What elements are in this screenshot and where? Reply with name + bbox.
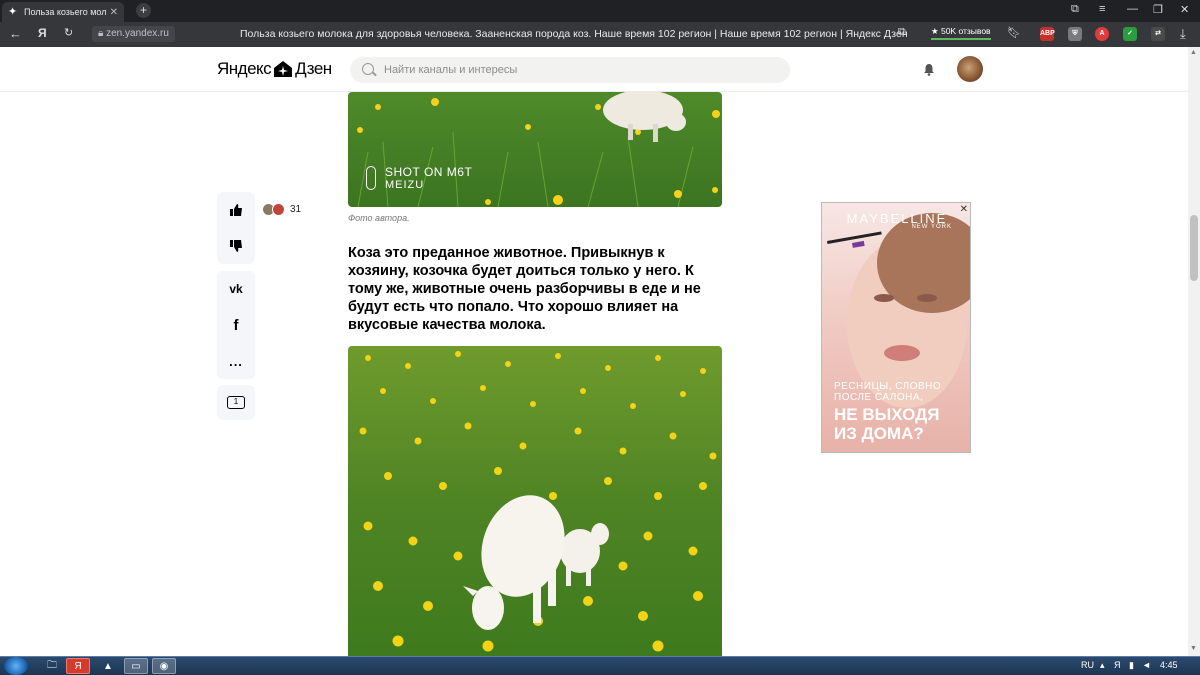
window-taskbar-icon[interactable]: ▭ — [124, 658, 148, 674]
lock-icon: 🔒︎ — [98, 28, 107, 39]
antivirus-icon[interactable]: A — [1095, 27, 1109, 41]
network-icon[interactable]: ▮ — [1129, 660, 1134, 671]
language-indicator[interactable]: RU — [1081, 660, 1094, 670]
tab-title: Польза козьего молока — [24, 7, 106, 17]
browser-tab-strip: ✦ Польза козьего молока ✕ + ⧉ ≡ — ❐ ✕ — [0, 0, 1200, 22]
explorer-icon[interactable]: 🗀︎ — [40, 658, 64, 674]
close-window-icon[interactable]: ✕ — [1180, 3, 1189, 16]
app-icon[interactable]: ▲ — [96, 658, 120, 674]
url-host-text: zen.yandex.ru — [106, 28, 169, 39]
clock[interactable]: 4:45 — [1160, 660, 1178, 670]
thumb-down-icon — [230, 240, 242, 252]
reviews-badge[interactable]: ★ 50K отзывов — [931, 26, 991, 40]
yandex-tray-icon[interactable]: Я — [1114, 660, 1121, 670]
windows-taskbar: 🗀︎ Я ▲ ▭ ◉ RU ▴ Я ▮ ◄ 4:45 — [0, 656, 1200, 675]
address-page-title[interactable]: Польза козьего молока для здоровья челов… — [240, 28, 908, 40]
yandex-browser-taskbar-icon[interactable]: Я — [66, 658, 90, 674]
logo-right-text: Дзен — [295, 59, 332, 78]
new-tab-button[interactable]: + — [136, 3, 151, 18]
dislike-button[interactable] — [217, 228, 255, 264]
yandex-home-icon[interactable]: Я — [38, 26, 47, 40]
watermark-line2: MEIZU — [385, 179, 425, 191]
comments-panel: 1 — [217, 385, 255, 420]
shield-icon[interactable]: ⛨ — [1068, 27, 1082, 41]
scroll-thumb[interactable] — [1190, 215, 1198, 281]
dzen-header: Яндекс Дзен Найти каналы и интересы — [0, 47, 1188, 92]
share-more-button[interactable]: ... — [217, 343, 255, 379]
article-paragraph: Коза это преданное животное. Привыкнув к… — [348, 245, 701, 333]
dzen-logo[interactable]: Яндекс Дзен — [217, 59, 332, 79]
share-facebook-button[interactable]: f — [217, 307, 255, 343]
steam-icon[interactable]: ◉ — [152, 658, 176, 674]
reaction-panel — [217, 192, 255, 264]
photo-caption: Фото автора. — [348, 213, 410, 223]
liker-avatar — [272, 203, 285, 216]
user-avatar[interactable] — [957, 56, 983, 82]
ad-close-icon[interactable]: ✕ — [960, 204, 968, 215]
download-icon[interactable]: ⤓ — [1180, 26, 1186, 42]
dzen-house-icon — [273, 60, 293, 78]
article-photo-goats — [348, 346, 722, 656]
start-button[interactable] — [4, 657, 28, 675]
tray-arrow-icon[interactable]: ▴ — [1100, 660, 1105, 671]
watermark-line1: SHOT ON M6T — [385, 165, 473, 179]
facebook-icon: f — [233, 316, 239, 334]
article-photo-top: SHOT ON M6T MEIZU — [348, 92, 722, 207]
comments-button[interactable]: 1 — [217, 385, 255, 420]
bookmark-icon[interactable]: 🔖︎ — [1007, 26, 1021, 39]
ad-brand-sub: NEW YORK — [911, 224, 952, 230]
logo-left-text: Яндекс — [217, 59, 272, 78]
minimize-icon[interactable]: — — [1127, 3, 1138, 15]
adblock-plus-icon[interactable]: ABP — [1040, 27, 1055, 41]
page-scrollbar[interactable]: ▲ ▼ — [1188, 47, 1200, 656]
dzen-favicon-icon: ✦ — [8, 6, 18, 18]
ad-headline-small: РЕСНИЦЫ, СЛОВНО ПОСЛЕ САЛОНА, — [834, 381, 942, 403]
search-icon — [362, 63, 374, 75]
comment-icon: 1 — [227, 396, 245, 409]
camera-watermark-icon — [366, 166, 376, 190]
bell-icon[interactable] — [923, 63, 935, 76]
share-vk-button[interactable]: vk — [217, 271, 255, 307]
vk-icon: vk — [229, 282, 243, 296]
scroll-down-icon[interactable]: ▼ — [1190, 645, 1197, 652]
share-page-icon[interactable]: ⧉ — [898, 26, 906, 39]
search-input[interactable]: Найти каналы и интересы — [350, 57, 790, 83]
url-host[interactable]: 🔒︎ zen.yandex.ru — [92, 26, 175, 42]
share-panel: vk f ... — [217, 271, 255, 379]
protect-icon[interactable]: ✓ — [1123, 27, 1137, 41]
translate-icon[interactable]: ⇄ — [1151, 27, 1165, 41]
likes-count: 31 — [290, 204, 302, 215]
scroll-up-icon[interactable]: ▲ — [1190, 49, 1197, 56]
menu-icon[interactable]: ≡ — [1099, 3, 1105, 15]
restore-icon[interactable]: ❐ — [1153, 3, 1163, 16]
tab-menu-icon[interactable]: ⧉ — [1071, 3, 1079, 16]
thumb-up-icon — [230, 204, 242, 216]
likes-summary[interactable]: 31 — [262, 203, 301, 216]
maybelline-ad[interactable]: MAYBELLINE NEW YORK ✕ РЕСНИЦЫ, СЛОВНО ПО… — [821, 202, 971, 453]
tab-close-icon[interactable]: ✕ — [110, 7, 118, 18]
back-icon[interactable]: ← — [9, 26, 22, 41]
reload-icon[interactable]: ↻ — [64, 26, 73, 39]
ad-headline-large: НЕ ВЫХОДЯ ИЗ ДОМА? — [834, 405, 940, 443]
search-placeholder: Найти каналы и интересы — [384, 64, 518, 76]
like-button[interactable] — [217, 192, 255, 228]
browser-tab[interactable]: ✦ Польза козьего молока ✕ — [2, 2, 124, 22]
more-icon: ... — [229, 353, 243, 369]
address-bar: ← Я ↻ 🔒︎ zen.yandex.ru Польза козьего мо… — [0, 22, 1200, 47]
volume-icon[interactable]: ◄ — [1142, 660, 1151, 670]
